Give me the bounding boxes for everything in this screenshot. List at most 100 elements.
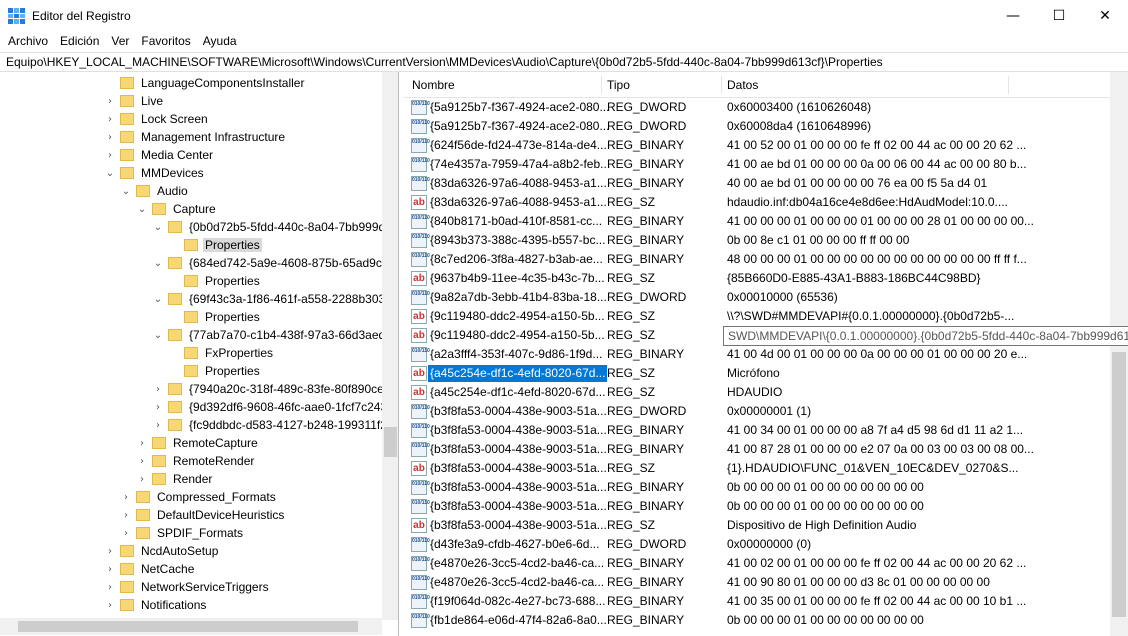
tree-node[interactable]: ⌄ {77ab7a70-c1b4-438f-97a3-66d3aed2 xyxy=(152,326,394,344)
tree-node[interactable]: › Render xyxy=(136,470,214,488)
tree-node[interactable]: › Management Infrastructure xyxy=(104,128,287,146)
tree-node[interactable]: Properties xyxy=(168,362,262,380)
table-row[interactable]: 010/110 {f19f064d-082c-4e27-bc73-688... RE… xyxy=(404,592,1110,611)
tree-node[interactable]: › Lock Screen xyxy=(104,110,210,128)
tree-node[interactable]: LanguageComponentsInstaller xyxy=(104,74,306,92)
tree-node[interactable]: › {7940a20c-318f-489c-83fe-80f890cea xyxy=(152,380,393,398)
menu-favoritos[interactable]: Favoritos xyxy=(135,32,196,52)
chevron-right-icon[interactable]: › xyxy=(120,492,132,503)
table-row[interactable]: 010/110 {8943b373-388c-4395-b557-bc... REG… xyxy=(404,231,1110,250)
tree-hscroll-thumb[interactable] xyxy=(18,621,358,632)
table-row[interactable]: 010/110 {5a9125b7-f367-4924-ace2-080... RE… xyxy=(404,117,1110,136)
table-row[interactable]: ab {9c119480-ddc2-4954-a150-5b... REG_SZ \\… xyxy=(404,307,1110,326)
tree-horizontal-scrollbar[interactable] xyxy=(0,618,382,635)
chevron-down-icon[interactable]: ⌄ xyxy=(120,186,132,197)
tree-node[interactable]: FxProperties xyxy=(168,344,275,362)
tree-node[interactable]: Properties xyxy=(168,308,262,326)
tree-node[interactable]: › Media Center xyxy=(104,146,215,164)
tree-node[interactable]: › RemoteRender xyxy=(136,452,256,470)
table-row[interactable]: 010/110 {e4870e26-3cc5-4cd2-ba46-ca... REG… xyxy=(404,554,1110,573)
table-row[interactable]: ab {a45c254e-df1c-4efd-8020-67d... REG_SZ H… xyxy=(404,383,1110,402)
table-row[interactable]: 010/110 {fb1de864-e06d-47f4-82a6-8a0... RE… xyxy=(404,611,1110,630)
column-header-type[interactable]: Tipo xyxy=(602,76,722,94)
list-vertical-scrollbar[interactable] xyxy=(1110,72,1128,636)
table-row[interactable]: 010/110 {b3f8fa53-0004-438e-9003-51a... RE… xyxy=(404,421,1110,440)
table-row[interactable]: ab {83da6326-97a6-4088-9453-a1... REG_SZ hd… xyxy=(404,193,1110,212)
chevron-down-icon[interactable]: ⌄ xyxy=(104,168,116,179)
table-row[interactable]: 010/110 {b3f8fa53-0004-438e-9003-51a... RE… xyxy=(404,440,1110,459)
table-row[interactable]: ab {9637b4b9-11ee-4c35-b43c-7b... REG_SZ {8… xyxy=(404,269,1110,288)
tree-node[interactable]: › NetCache xyxy=(104,560,196,578)
table-row[interactable]: 010/110 {b3f8fa53-0004-438e-9003-51a... RE… xyxy=(404,497,1110,516)
tree-node[interactable]: ⌄ {684ed742-5a9e-4608-875b-65ad9c62 xyxy=(152,254,397,272)
table-row[interactable]: ab {b3f8fa53-0004-438e-9003-51a... REG_SZ D… xyxy=(404,516,1110,535)
column-header-data[interactable]: Datos xyxy=(722,76,1009,94)
tree-node[interactable]: Properties xyxy=(168,236,262,254)
table-row[interactable]: 010/110 {8c7ed206-3f8a-4827-b3ab-ae... REG… xyxy=(404,250,1110,269)
tree-node[interactable]: Properties xyxy=(168,272,262,290)
chevron-right-icon[interactable]: › xyxy=(104,114,116,125)
tree-node[interactable]: ⌄ MMDevices xyxy=(104,164,206,182)
chevron-down-icon[interactable]: ⌄ xyxy=(136,204,148,215)
chevron-right-icon[interactable]: › xyxy=(136,474,148,485)
chevron-right-icon[interactable]: › xyxy=(104,546,116,557)
menu-ayuda[interactable]: Ayuda xyxy=(197,32,243,52)
tree-node[interactable]: › SPDIF_Formats xyxy=(120,524,245,542)
chevron-right-icon[interactable]: › xyxy=(152,384,164,395)
tree-node[interactable]: ⌄ Capture xyxy=(136,200,218,218)
chevron-right-icon[interactable]: › xyxy=(152,402,164,413)
table-row[interactable]: 010/110 {b3f8fa53-0004-438e-9003-51a... RE… xyxy=(404,402,1110,421)
chevron-right-icon[interactable]: › xyxy=(104,600,116,611)
tree-node[interactable]: › NcdAutoSetup xyxy=(104,542,220,560)
chevron-right-icon[interactable]: › xyxy=(136,456,148,467)
menu-edicion[interactable]: Edición xyxy=(54,32,105,52)
tree-node[interactable]: ⌄ Audio xyxy=(120,182,190,200)
tree-node[interactable]: › {9d392df6-9608-46fc-aae0-1fcf7c243 xyxy=(152,398,389,416)
tree-node[interactable]: › Live xyxy=(104,92,165,110)
tree-node[interactable]: › DefaultDeviceHeuristics xyxy=(120,506,286,524)
chevron-right-icon[interactable]: › xyxy=(104,96,116,107)
tree-node[interactable]: ⌄ {69f43c3a-1f86-461f-a558-2288b303d xyxy=(152,290,394,308)
tree-node[interactable]: ⌄ {0b0d72b5-5fdd-440c-8a04-7bb999d613cf} xyxy=(152,218,398,236)
close-button[interactable]: ✕ xyxy=(1082,0,1128,32)
table-row[interactable]: 010/110 {b3f8fa53-0004-438e-9003-51a... RE… xyxy=(404,478,1110,497)
chevron-right-icon[interactable]: › xyxy=(120,510,132,521)
menu-archivo[interactable]: Archivo xyxy=(2,32,54,52)
table-row[interactable]: 010/110 {74e4357a-7959-47a4-a8b2-feb... RE… xyxy=(404,155,1110,174)
table-row[interactable]: 010/110 {624f56de-fd24-473e-814a-de4... RE… xyxy=(404,136,1110,155)
chevron-down-icon[interactable]: ⌄ xyxy=(152,222,164,233)
tree-node[interactable]: › Notifications xyxy=(104,596,208,614)
tree-node[interactable]: › Compressed_Formats xyxy=(120,488,278,506)
tree-node[interactable]: › NetworkServiceTriggers xyxy=(104,578,271,596)
column-header-name[interactable]: Nombre xyxy=(407,76,602,94)
table-row[interactable]: 010/110 {d43fe3a9-cfdb-4627-b0e6-6d... REG… xyxy=(404,535,1110,554)
chevron-down-icon[interactable]: ⌄ xyxy=(152,294,164,305)
table-row[interactable]: ab {a45c254e-df1c-4efd-8020-67d... REG_SZ M… xyxy=(404,364,1110,383)
chevron-right-icon[interactable]: › xyxy=(104,564,116,575)
tree-scroll-thumb[interactable] xyxy=(384,427,397,457)
chevron-right-icon[interactable]: › xyxy=(104,582,116,593)
list-scroll-thumb[interactable] xyxy=(1112,352,1126,617)
table-row[interactable]: ab {b3f8fa53-0004-438e-9003-51a... REG_SZ {… xyxy=(404,459,1110,478)
table-row[interactable]: 010/110 {e4870e26-3cc5-4cd2-ba46-ca... REG… xyxy=(404,573,1110,592)
chevron-right-icon[interactable]: › xyxy=(104,132,116,143)
value-data: 41 00 90 80 01 00 00 00 d3 8c 01 00 00 0… xyxy=(727,575,990,589)
chevron-right-icon[interactable]: › xyxy=(104,150,116,161)
chevron-right-icon[interactable]: › xyxy=(120,528,132,539)
chevron-down-icon[interactable]: ⌄ xyxy=(152,258,164,269)
table-row[interactable]: 010/110 {9a82a7db-3ebb-41b4-83ba-18... REG… xyxy=(404,288,1110,307)
chevron-down-icon[interactable]: ⌄ xyxy=(152,330,164,341)
menu-ver[interactable]: Ver xyxy=(105,32,135,52)
minimize-button[interactable]: — xyxy=(990,0,1036,32)
chevron-right-icon[interactable]: › xyxy=(136,438,148,449)
table-row[interactable]: 010/110 {83da6326-97a6-4088-9453-a1... REG… xyxy=(404,174,1110,193)
chevron-right-icon[interactable]: › xyxy=(152,420,164,431)
tree-node[interactable]: › RemoteCapture xyxy=(136,434,260,452)
table-row[interactable]: 010/110 {840b8171-b0ad-410f-8581-cc... REG… xyxy=(404,212,1110,231)
address-bar[interactable]: Equipo\HKEY_LOCAL_MACHINE\SOFTWARE\Micro… xyxy=(0,52,1128,72)
tree-node[interactable]: › {fc9ddbdc-d583-4127-b248-199311f2 xyxy=(152,416,389,434)
table-row[interactable]: 010/110 {a2a3fff4-353f-407c-9d86-1f9d... R… xyxy=(404,345,1110,364)
tree-vertical-scrollbar[interactable] xyxy=(382,72,398,620)
maximize-button[interactable]: ☐ xyxy=(1036,0,1082,32)
table-row[interactable]: 010/110 {5a9125b7-f367-4924-ace2-080... RE… xyxy=(404,98,1110,117)
